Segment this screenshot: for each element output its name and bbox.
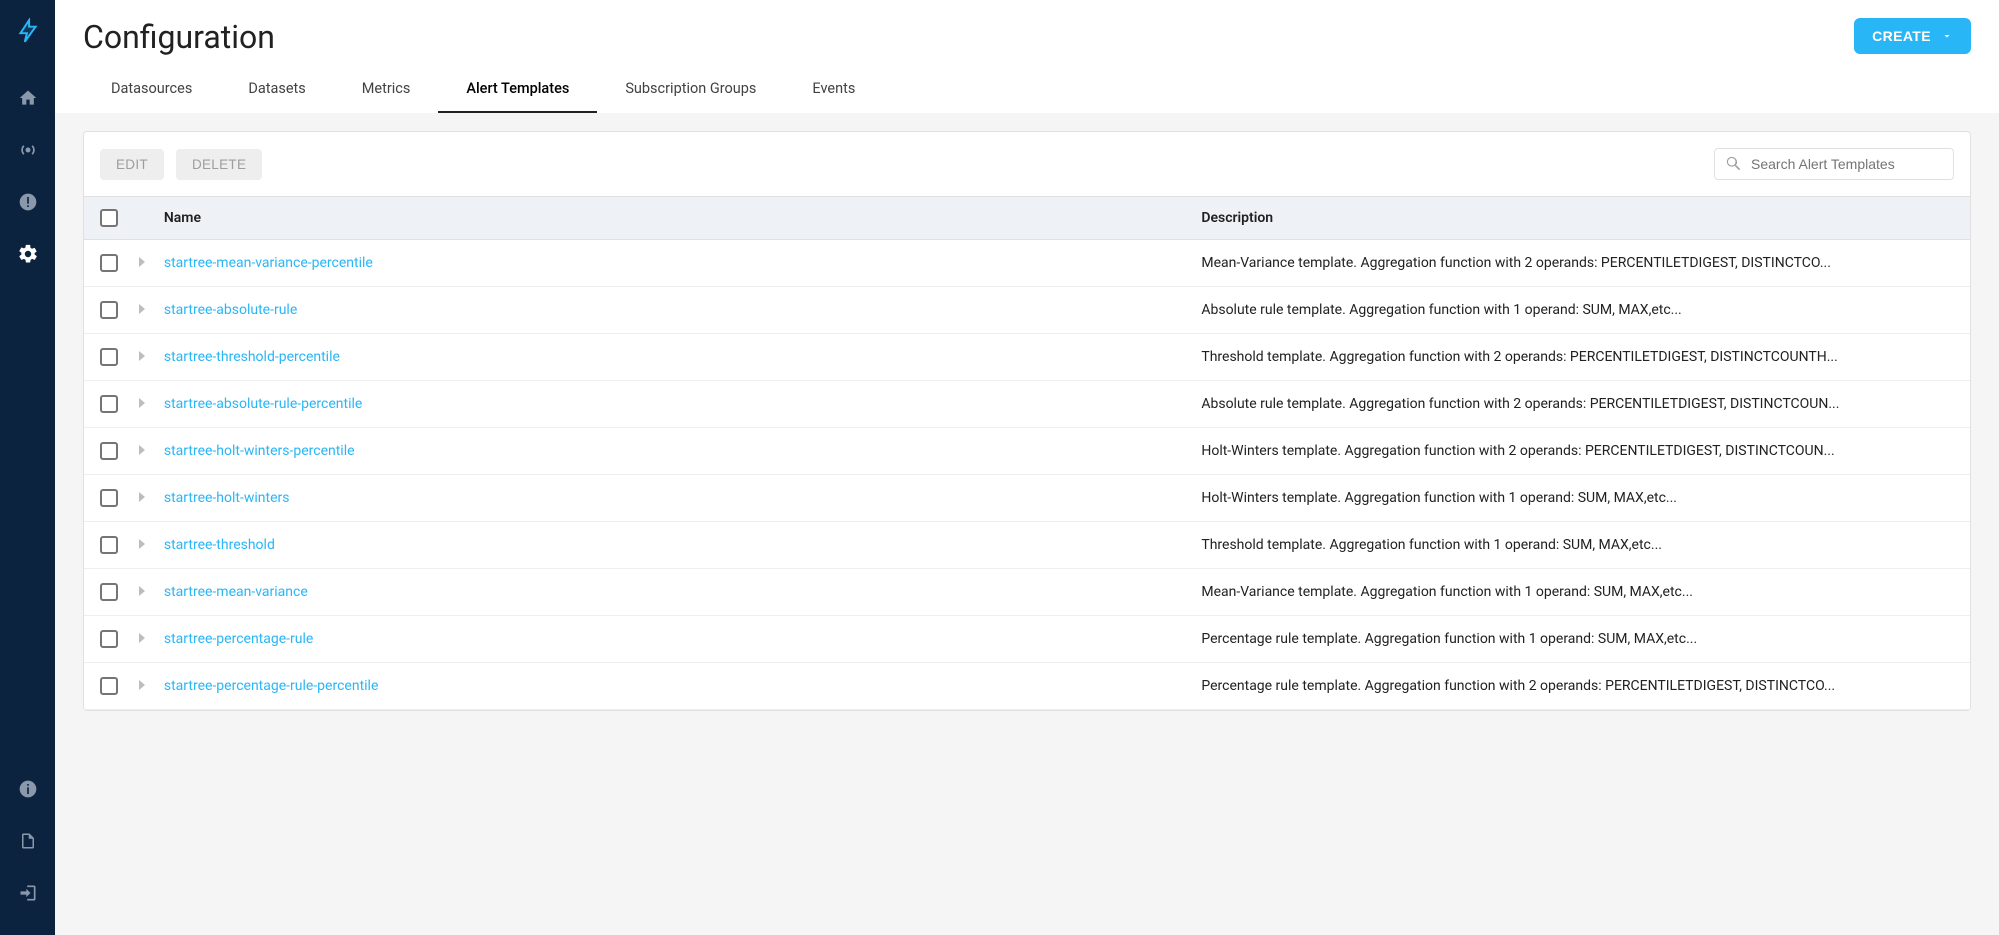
chevron-down-icon (1941, 30, 1953, 42)
row-checkbox[interactable] (100, 301, 118, 319)
row-checkbox[interactable] (100, 442, 118, 460)
template-name-link[interactable]: startree-threshold-percentile (164, 349, 340, 365)
tab-subscription-groups[interactable]: Subscription Groups (597, 66, 784, 113)
expand-icon[interactable] (139, 586, 145, 596)
expand-icon[interactable] (139, 492, 145, 502)
template-description: Percentage rule template. Aggregation fu… (1201, 631, 1954, 647)
expand-icon[interactable] (139, 304, 145, 314)
expand-icon[interactable] (139, 445, 145, 455)
template-name-link[interactable]: startree-mean-variance (164, 584, 308, 600)
sidebar-settings-icon[interactable] (0, 228, 55, 280)
expand-icon[interactable] (139, 633, 145, 643)
row-checkbox[interactable] (100, 489, 118, 507)
template-description: Holt-Winters template. Aggregation funct… (1201, 443, 1954, 459)
table-row: startree-mean-variance Mean-Variance temp… (84, 569, 1970, 616)
search-wrap (1714, 148, 1954, 180)
table-row: startree-threshold Threshold template. Ag… (84, 522, 1970, 569)
search-input[interactable] (1751, 156, 1943, 172)
create-button-label: CREATE (1872, 28, 1931, 44)
template-name-link[interactable]: startree-absolute-rule (164, 302, 297, 318)
main-content: Configuration CREATE DatasourcesDatasets… (55, 0, 1999, 935)
template-name-link[interactable]: startree-threshold (164, 537, 275, 553)
template-description: Mean-Variance template. Aggregation func… (1201, 584, 1954, 600)
sidebar-alert-icon[interactable] (0, 176, 55, 228)
sidebar (0, 0, 55, 935)
row-checkbox[interactable] (100, 395, 118, 413)
tab-events[interactable]: Events (784, 66, 883, 113)
template-description: Holt-Winters template. Aggregation funct… (1201, 490, 1954, 506)
template-name-link[interactable]: startree-percentage-rule (164, 631, 313, 647)
table-card: EDIT DELETE Name Description startree-me… (83, 131, 1971, 711)
template-description: Absolute rule template. Aggregation func… (1201, 302, 1954, 318)
row-checkbox[interactable] (100, 677, 118, 695)
template-description: Threshold template. Aggregation function… (1201, 349, 1954, 365)
column-header-name[interactable]: Name (162, 210, 1201, 226)
table-row: startree-holt-winters-percentile Holt-Win… (84, 428, 1970, 475)
template-description: Mean-Variance template. Aggregation func… (1201, 255, 1954, 271)
sidebar-home-icon[interactable] (0, 72, 55, 124)
template-name-link[interactable]: startree-percentage-rule-percentile (164, 678, 379, 694)
table-row: startree-absolute-rule-percentile Absolut… (84, 381, 1970, 428)
row-checkbox[interactable] (100, 536, 118, 554)
template-description: Threshold template. Aggregation function… (1201, 537, 1954, 553)
table-row: startree-percentage-rule-percentile Perce… (84, 663, 1970, 710)
row-checkbox[interactable] (100, 630, 118, 648)
table-row: startree-percentage-rule Percentage rule … (84, 616, 1970, 663)
search-icon (1725, 155, 1743, 173)
tab-alert-templates[interactable]: Alert Templates (438, 66, 597, 113)
table-body: startree-mean-variance-percentile Mean-Va… (84, 240, 1970, 710)
template-name-link[interactable]: startree-holt-winters (164, 490, 290, 506)
table-row: startree-holt-winters Holt-Winters templa… (84, 475, 1970, 522)
template-description: Absolute rule template. Aggregation func… (1201, 396, 1954, 412)
template-name-link[interactable]: startree-holt-winters-percentile (164, 443, 355, 459)
delete-button[interactable]: DELETE (176, 149, 262, 180)
create-button[interactable]: CREATE (1854, 18, 1971, 54)
table-row: startree-threshold-percentile Threshold t… (84, 334, 1970, 381)
tabs: DatasourcesDatasetsMetricsAlert Template… (55, 66, 1999, 113)
brand-logo (0, 0, 55, 62)
expand-icon[interactable] (139, 351, 145, 361)
select-all-checkbox[interactable] (100, 209, 118, 227)
tab-metrics[interactable]: Metrics (334, 66, 439, 113)
sidebar-logout-icon[interactable] (0, 867, 55, 919)
tab-datasources[interactable]: Datasources (83, 66, 220, 113)
row-checkbox[interactable] (100, 583, 118, 601)
table-row: startree-absolute-rule Absolute rule temp… (84, 287, 1970, 334)
table-row: startree-mean-variance-percentile Mean-Va… (84, 240, 1970, 287)
expand-icon[interactable] (139, 398, 145, 408)
tab-datasets[interactable]: Datasets (220, 66, 333, 113)
expand-icon[interactable] (139, 539, 145, 549)
template-name-link[interactable]: startree-absolute-rule-percentile (164, 396, 362, 412)
sidebar-document-icon[interactable] (0, 815, 55, 867)
row-checkbox[interactable] (100, 254, 118, 272)
sidebar-info-icon[interactable] (0, 763, 55, 815)
expand-icon[interactable] (139, 257, 145, 267)
edit-button[interactable]: EDIT (100, 149, 164, 180)
column-header-description[interactable]: Description (1201, 210, 1954, 226)
table-header: Name Description (84, 196, 1970, 240)
template-description: Percentage rule template. Aggregation fu… (1201, 678, 1954, 694)
sidebar-broadcast-icon[interactable] (0, 124, 55, 176)
template-name-link[interactable]: startree-mean-variance-percentile (164, 255, 373, 271)
page-title: Configuration (83, 18, 275, 56)
expand-icon[interactable] (139, 680, 145, 690)
row-checkbox[interactable] (100, 348, 118, 366)
